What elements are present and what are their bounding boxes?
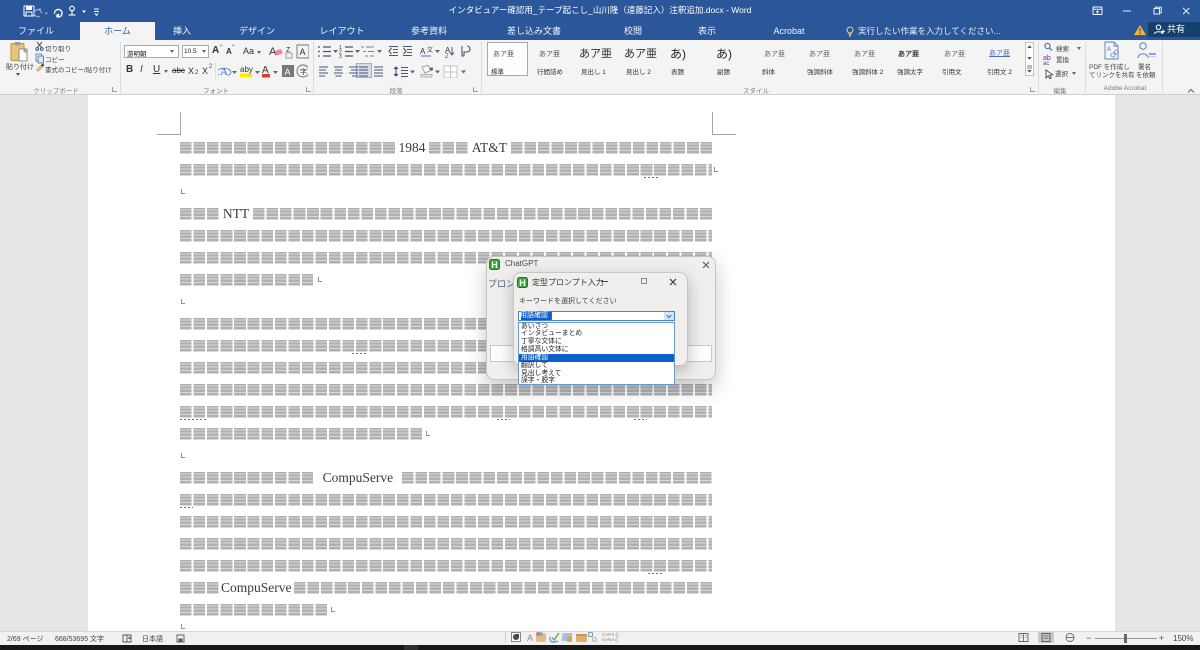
svg-text:A: A <box>285 67 291 77</box>
svg-text:字: 字 <box>300 67 307 76</box>
svg-text:3: 3 <box>339 54 342 59</box>
svg-text:A: A <box>300 47 306 57</box>
svg-text:Z: Z <box>445 54 449 59</box>
svg-text:aby: aby <box>240 65 253 74</box>
svg-text:文: 文 <box>427 46 433 54</box>
svg-text:A: A <box>420 47 426 56</box>
svg-text:ac: ac <box>1043 61 1049 67</box>
svg-text:A: A <box>1107 47 1111 53</box>
svg-text:A: A <box>220 66 228 78</box>
